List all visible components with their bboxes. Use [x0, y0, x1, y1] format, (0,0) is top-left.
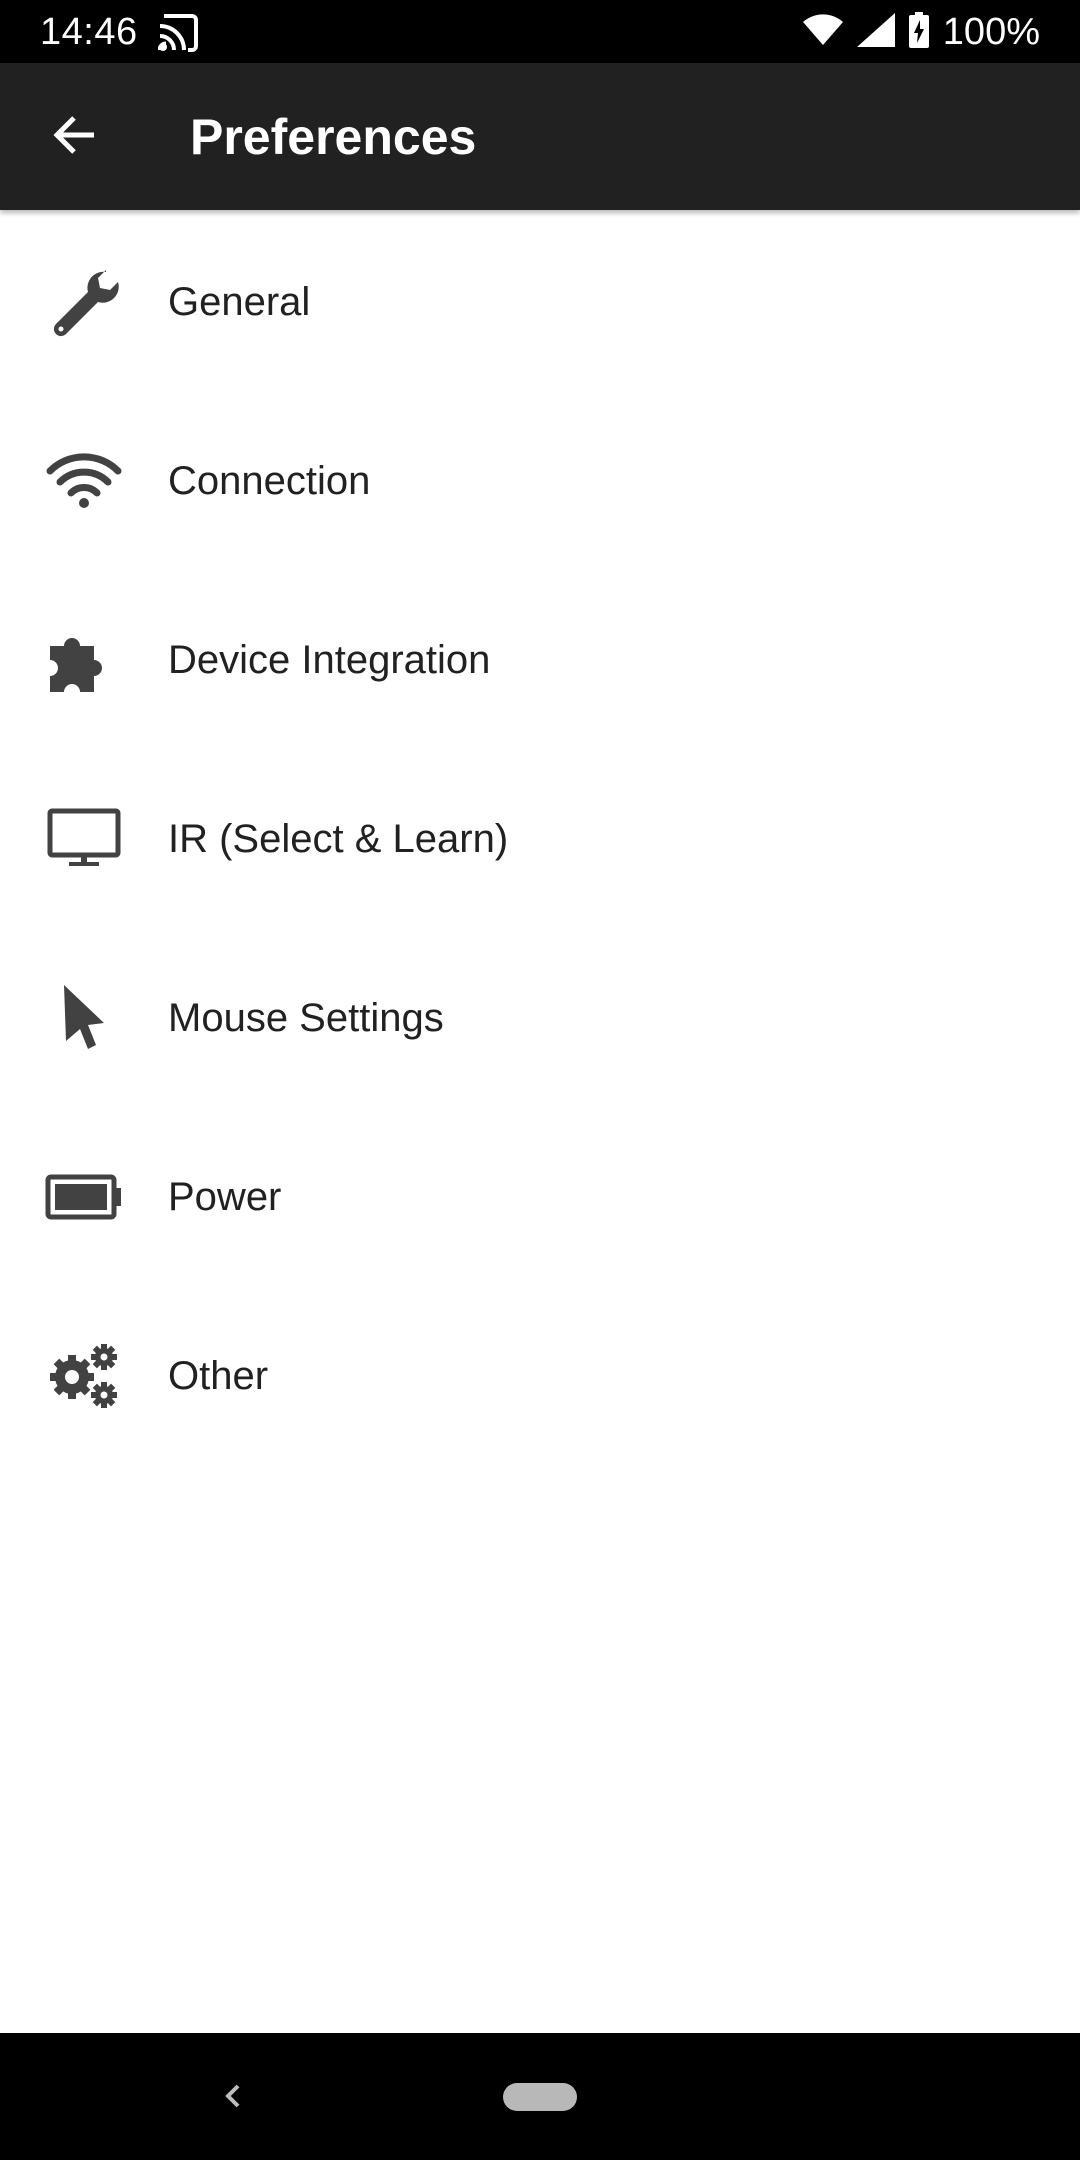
preferences-list: General Connection Device Integration IR… [0, 212, 1080, 1465]
pref-label-power: Power [168, 1174, 282, 1219]
page-title: Preferences [190, 109, 477, 165]
arrow-back-icon [52, 115, 96, 160]
nav-back-icon[interactable] [214, 2076, 254, 2116]
status-right-group: 100% [802, 10, 1040, 54]
pref-item-other[interactable]: Other [0, 1286, 1080, 1465]
pref-label-device-integration: Device Integration [168, 637, 491, 682]
back-button[interactable] [30, 93, 118, 181]
screen: 14:46 100% Preferences General Connectio… [0, 0, 1080, 2160]
wifi-icon [42, 439, 126, 523]
pref-label-ir: IR (Select & Learn) [168, 816, 509, 861]
pref-item-device-integration[interactable]: Device Integration [0, 570, 1080, 749]
battery-percent: 100% [942, 11, 1040, 53]
status-bar: 14:46 100% [0, 0, 1080, 63]
pref-item-ir[interactable]: IR (Select & Learn) [0, 749, 1080, 928]
pref-item-power[interactable]: Power [0, 1107, 1080, 1286]
nav-home-pill-icon[interactable] [503, 2083, 577, 2111]
battery-icon [42, 1155, 126, 1239]
battery-charging-icon [908, 11, 929, 53]
pref-label-mouse-settings: Mouse Settings [168, 995, 444, 1040]
wrench-icon [42, 260, 126, 344]
pref-label-general: General [168, 279, 311, 324]
pref-item-mouse-settings[interactable]: Mouse Settings [0, 928, 1080, 1107]
pref-item-connection[interactable]: Connection [0, 391, 1080, 570]
cast-icon [157, 14, 198, 52]
puzzle-piece-icon [42, 618, 126, 702]
cellular-signal-icon [856, 12, 895, 52]
system-nav-bar [0, 2033, 1080, 2160]
status-time: 14:46 [40, 11, 138, 53]
wifi-icon [802, 13, 843, 51]
monitor-icon [42, 797, 126, 881]
app-toolbar: Preferences [0, 63, 1080, 210]
pref-label-connection: Connection [168, 458, 371, 503]
mouse-pointer-icon [42, 976, 126, 1060]
gears-icon [42, 1334, 126, 1418]
pref-label-other: Other [168, 1353, 269, 1398]
pref-item-general[interactable]: General [0, 212, 1080, 391]
